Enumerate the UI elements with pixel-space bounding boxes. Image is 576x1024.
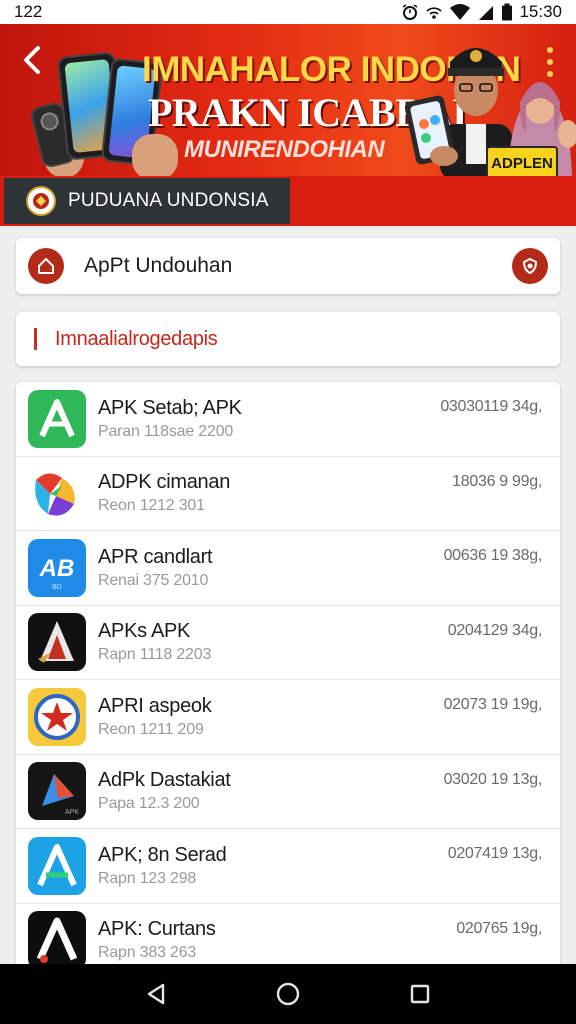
app-name: APRI aspeok — [98, 694, 212, 717]
app-list: APK Setab; APK Paran 118sae 2200 0303011… — [16, 382, 560, 972]
list-item[interactable]: APK; 8n Serad Rapn 123 298 0207419 13g, — [16, 829, 560, 904]
app-name: APK: Curtans — [98, 918, 216, 941]
status-icons: 15:30 — [401, 2, 562, 22]
status-bar: 122 15:30 — [0, 0, 576, 24]
app-meta: Rapn 1118 2203 — [98, 646, 212, 664]
wifi-hotspot-icon — [425, 3, 443, 21]
app-name: APK Setab; APK — [98, 396, 242, 419]
list-item[interactable]: APK Setab; APK Paran 118sae 2200 0303011… — [16, 382, 560, 457]
svg-text:BD: BD — [52, 584, 62, 591]
app-size: 00636 19 38g, — [443, 547, 543, 564]
app-size: 0204129 34g, — [447, 621, 543, 639]
app-meta: Reon 1212 301 — [98, 497, 205, 515]
list-item[interactable]: APKs APK Rapn 1118 2203 0204129 34g, — [16, 606, 560, 680]
app-size: 18036 9 99g, — [452, 472, 542, 490]
list-item[interactable]: ADPK cimanan Reon 1212 301 18036 9 99g, — [16, 457, 560, 531]
app-name: APR candlart — [98, 545, 213, 568]
star-emblem-icon — [28, 687, 86, 746]
page-title: ApPt Undouhan — [84, 254, 233, 277]
app-name: APKs APK — [98, 620, 191, 643]
green-a-icon — [28, 389, 86, 448]
ministry-strip: PUDUANA UNDONSIA — [0, 176, 576, 226]
ministry-tag: PUDUANA UNDONSIA — [4, 178, 290, 224]
blue-a-icon — [28, 836, 86, 895]
home-icon[interactable] — [28, 248, 64, 284]
app-name: ADPK cimanan — [98, 471, 231, 494]
banner-tagline: MUNIRENDOHIAN — [184, 136, 385, 163]
ministry-label: PUDUANA UNDONSIA — [68, 190, 269, 211]
app-meta: Rapn 123 298 — [98, 869, 197, 887]
status-time-right: 15:30 — [519, 2, 562, 21]
wifi-icon — [449, 3, 471, 21]
list-item[interactable]: APK AdPk Dastakiat Papa 12.3 200 03020 1… — [16, 755, 560, 829]
signal-icon — [477, 3, 495, 21]
app-meta: Rapn 383 263 — [98, 944, 197, 962]
filter-label: Imnaalialrogedapis — [55, 327, 218, 350]
battery-icon — [501, 3, 513, 21]
shield-icon[interactable] — [512, 248, 548, 284]
app-meta: Reon 1211 209 — [98, 720, 204, 738]
promo-banner: IMNAHALOR INDONAN PRAKN ICABRAI MUNIREND… — [0, 24, 576, 176]
back-nav-button[interactable] — [136, 974, 176, 1014]
status-time-left: 122 — [14, 2, 43, 21]
white-a-icon — [28, 911, 86, 970]
app-size: 03020 19 13g, — [443, 770, 543, 788]
app-size: 02073 19 19g, — [443, 696, 543, 713]
title-card: ApPt Undouhan — [16, 238, 560, 294]
list-item[interactable]: APRI aspeok Reon 1211 209 02073 19 19g, — [16, 680, 560, 755]
app-meta: Paran 118sae 2200 — [98, 422, 234, 440]
recents-nav-button[interactable] — [400, 974, 440, 1014]
app-name: APK; 8n Serad — [98, 843, 227, 866]
colorful-swirl-icon — [28, 464, 86, 523]
app-name: AdPk Dastakiat — [98, 769, 231, 792]
filter-accent-bar — [34, 328, 37, 350]
overflow-menu-button[interactable] — [540, 44, 560, 80]
alarm-icon — [401, 3, 419, 21]
home-nav-button[interactable] — [268, 974, 308, 1014]
black-a-icon — [28, 613, 86, 672]
app-meta: Papa 12.3 200 — [98, 795, 200, 813]
app-size: 0207419 13g, — [447, 845, 543, 862]
back-button[interactable] — [14, 42, 50, 78]
dark-triangle-icon: APK — [28, 762, 86, 821]
svg-text:AB: AB — [39, 555, 75, 582]
app-meta: Renai 375 2010 — [98, 571, 209, 589]
ministry-seal-icon — [26, 186, 56, 216]
app-size: 020765 19g, — [456, 919, 542, 937]
list-item[interactable]: APK: Curtans Rapn 383 263 020765 19g, — [16, 904, 560, 973]
list-item[interactable]: AB BD APR candlart Renai 375 2010 00636 1… — [16, 531, 560, 606]
banner-badge: ADPLEN — [486, 146, 558, 176]
app-size: 03030119 34g, — [440, 398, 542, 415]
category-filter[interactable]: Imnaalialrogedapis — [16, 312, 560, 366]
blue-ab-icon: AB BD — [28, 538, 86, 597]
system-nav-bar — [0, 964, 576, 1024]
svg-text:APK: APK — [65, 809, 79, 816]
